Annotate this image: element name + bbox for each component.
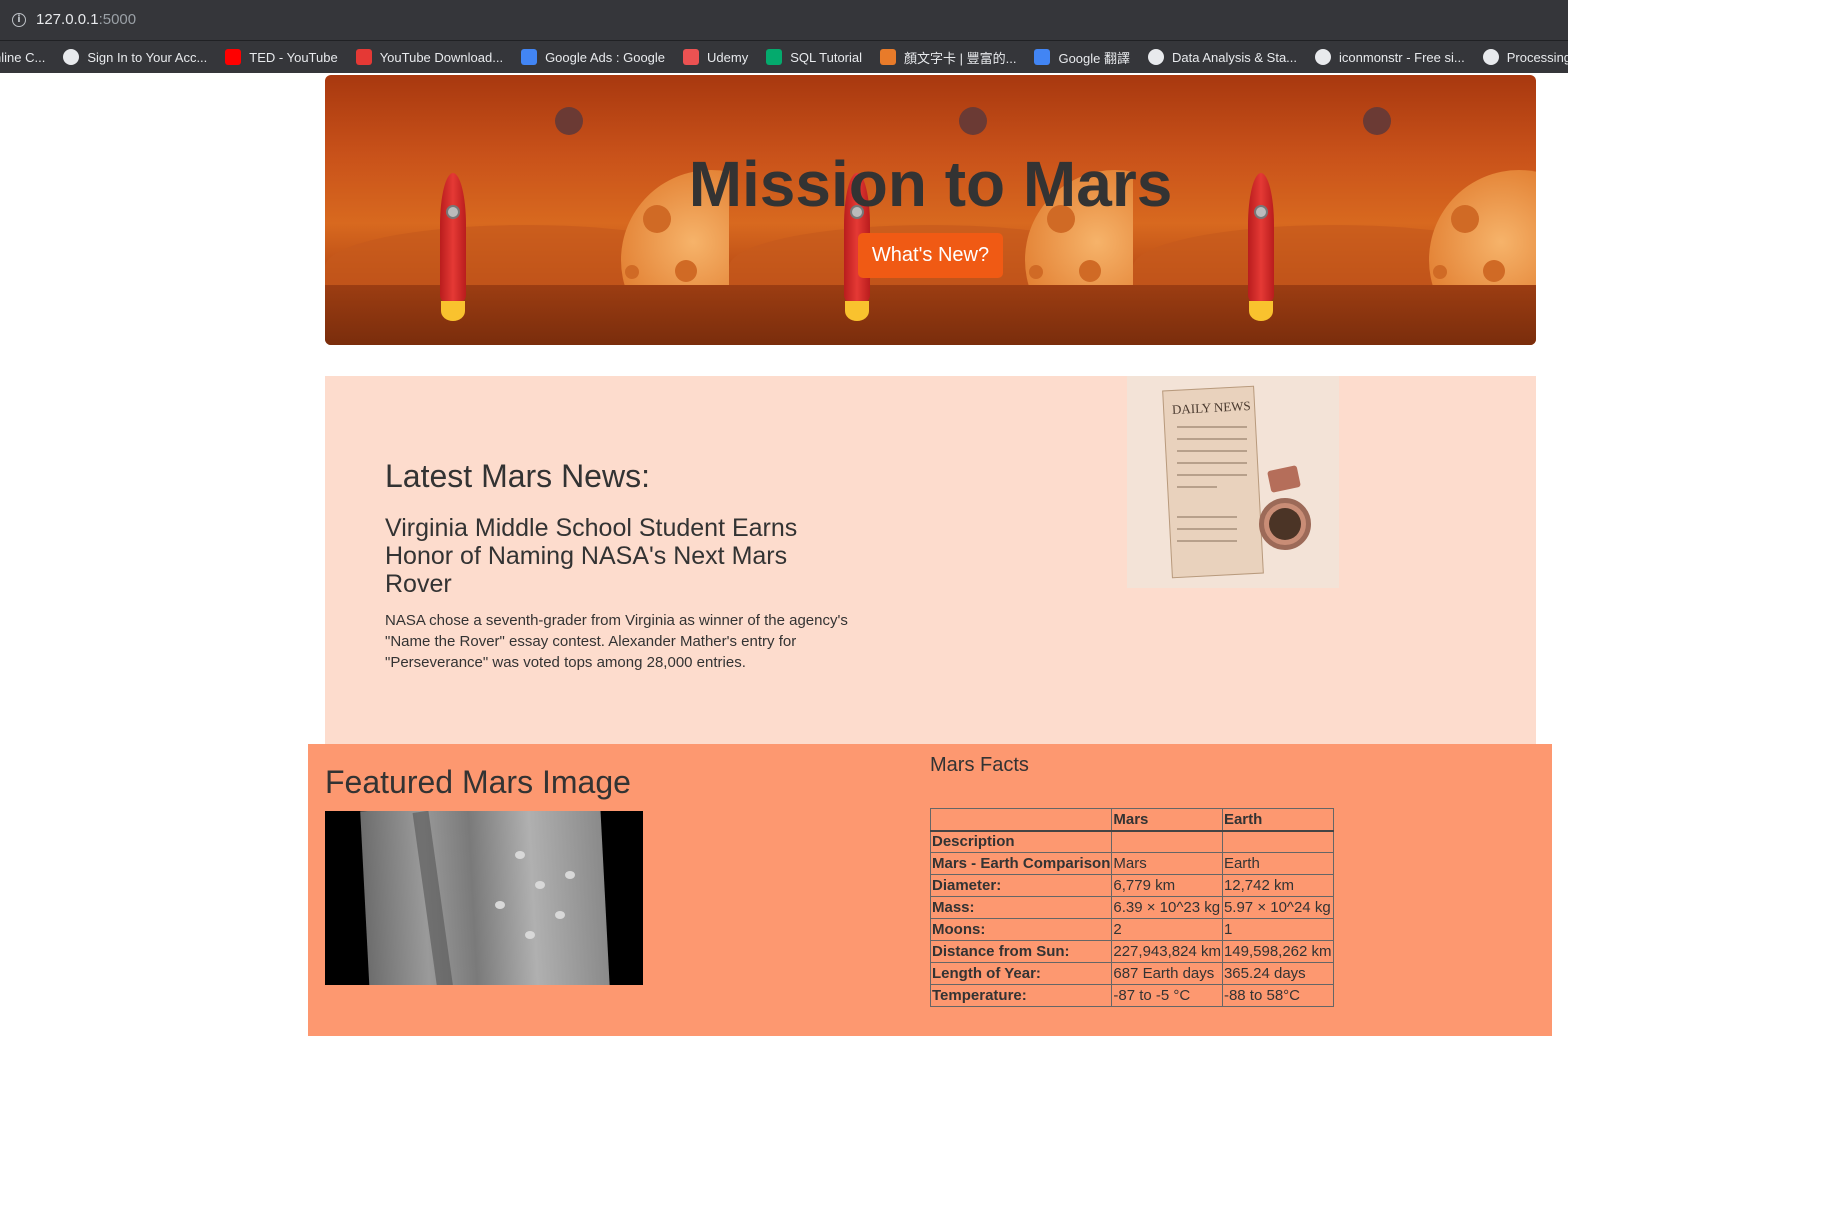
url-port: :5000: [98, 11, 137, 28]
bookmark-item[interactable]: Udemy: [683, 49, 748, 65]
bookmark-item[interactable]: Google 翻譯: [1034, 48, 1130, 67]
page-content: Mission to Mars What's New? Latest Mars …: [0, 74, 1568, 1036]
bookmark-label: Sign In to Your Acc...: [87, 49, 208, 65]
table-header-row: Mars Earth: [929, 808, 1334, 832]
mars-value: 6,779 km: [1111, 874, 1223, 897]
iconmonstr-icon: [1315, 49, 1332, 65]
column-header: Mars: [1111, 808, 1223, 832]
table-row: Distance from Sun: 227,943,824 km 149,598,…: [929, 940, 1334, 963]
mars-value: 227,943,824 km: [1111, 940, 1223, 963]
row-label: Distance from Sun:: [929, 940, 1113, 963]
bookmark-item[interactable]: SQL Tutorial: [766, 49, 862, 65]
bookmark-label: Udemy: [707, 49, 749, 65]
earth-value: 1: [1221, 918, 1334, 941]
translate-icon: [1034, 49, 1051, 65]
moon-illustration: [1363, 107, 1391, 135]
info-icon[interactable]: i: [12, 13, 26, 27]
table-row: Mars - Earth Comparison Mars Earth: [929, 852, 1334, 875]
bookmark-item[interactable]: TED - YouTube: [225, 49, 338, 65]
bookmarks-bar: nline C... Sign In to Your Acc... TED - Yo…: [0, 40, 1568, 73]
youtube-icon: [225, 49, 242, 65]
bookmark-label: Google Ads : Google: [545, 49, 666, 65]
mars-value: 2: [1111, 918, 1223, 941]
mars-value: -87 to -5 °C: [1111, 984, 1223, 1007]
earth-value: 5.97 × 10^24 kg: [1221, 896, 1334, 919]
row-label: Mars - Earth Comparison: [929, 852, 1113, 875]
bookmark-item[interactable]: Sign In to Your Acc...: [63, 49, 207, 65]
card-icon: [880, 49, 897, 65]
edx-icon: [1148, 49, 1164, 65]
bookmark-label: YouTube Download...: [379, 49, 504, 65]
row-label: Temperature:: [929, 984, 1113, 1007]
jumbotron: Mission to Mars What's New?: [325, 75, 1536, 345]
row-label: Description: [929, 830, 1113, 853]
w3schools-icon: [766, 49, 783, 65]
bookmark-label: 顏文字卡 | 豐富的...: [904, 50, 1017, 66]
bookmark-item[interactable]: iconmonstr - Free si...: [1315, 49, 1465, 65]
column-header: [929, 808, 1113, 832]
row-label: Length of Year:: [929, 962, 1113, 985]
bookmark-item[interactable]: Data Analysis & Sta...: [1148, 49, 1297, 65]
news-heading: Latest Mars News:: [385, 458, 650, 494]
table-row: Diameter: 6,779 km 12,742 km: [929, 874, 1334, 897]
google-icon: [521, 49, 538, 65]
earth-value: -88 to 58°C: [1221, 984, 1334, 1007]
mars-value: 687 Earth days: [1111, 962, 1223, 985]
bottom-section: Featured Mars Image Mars Facts Mars Eart…: [308, 744, 1552, 1036]
bookmark-label: Google 翻譯: [1058, 50, 1130, 66]
bookmark-label: TED - YouTube: [249, 49, 338, 65]
row-label: Diameter:: [929, 874, 1113, 897]
address-bar[interactable]: i 127.0.0.1:5000: [0, 0, 1568, 40]
mars-value: 6.39 × 10^23 kg: [1111, 896, 1223, 919]
bookmark-label: SQL Tutorial: [790, 49, 863, 65]
page-title: Mission to Mars: [688, 148, 1173, 220]
featured-heading: Featured Mars Image: [325, 764, 631, 800]
download-icon: [355, 49, 372, 65]
bookmark-item[interactable]: Processing Times: [1482, 49, 1568, 65]
bookmark-item[interactable]: 顏文字卡 | 豐富的...: [880, 48, 1016, 67]
mars-facts-table: Mars Earth Description Mars - Earth Compa…: [929, 808, 1334, 1007]
bookmark-item[interactable]: nline C...: [0, 50, 45, 65]
earth-value: 365.24 days: [1221, 962, 1334, 985]
shield-icon: [1482, 49, 1499, 65]
table-row: Length of Year: 687 Earth days 365.24 days: [929, 962, 1334, 985]
row-label: Moons:: [929, 918, 1113, 941]
featured-mars-image[interactable]: [325, 811, 643, 985]
url-host: 127.0.0.1: [36, 11, 99, 28]
earth-value: 12,742 km: [1221, 874, 1334, 897]
bookmark-item[interactable]: YouTube Download...: [355, 49, 504, 65]
news-headline: Virginia Middle School Student Earns Hon…: [385, 514, 798, 598]
bookmark-item[interactable]: Google Ads : Google: [521, 49, 665, 65]
newspaper-image: DAILY NEWS: [1127, 376, 1339, 588]
table-row: Moons: 2 1: [929, 918, 1334, 941]
globe-icon: [63, 49, 80, 65]
whats-new-button[interactable]: What's New?: [858, 233, 1003, 278]
row-label: Mass:: [929, 896, 1113, 919]
column-header: Earth: [1221, 808, 1334, 832]
mars-value: [1111, 830, 1223, 853]
table-row: Description: [929, 830, 1334, 853]
facts-title: Mars Facts: [930, 754, 1029, 776]
udemy-icon: [683, 49, 700, 65]
bookmark-label: Processing Times: [1506, 49, 1568, 65]
earth-value: Earth: [1221, 852, 1334, 875]
moon-illustration: [555, 107, 583, 135]
news-teaser: NASA chose a seventh-grader from Virgini…: [385, 612, 848, 671]
earth-value: [1221, 830, 1334, 853]
moon-illustration: [959, 107, 987, 135]
bookmark-label: iconmonstr - Free si...: [1339, 49, 1465, 65]
earth-value: 149,598,262 km: [1221, 940, 1334, 963]
bookmark-label: Data Analysis & Sta...: [1172, 49, 1298, 65]
bookmark-label: nline C...: [0, 49, 46, 65]
news-section: Latest Mars News: Virginia Middle School…: [325, 376, 1536, 744]
table-row: Mass: 6.39 × 10^23 kg 5.97 × 10^24 kg: [929, 896, 1334, 919]
url-text[interactable]: 127.0.0.1:5000: [36, 11, 136, 28]
mars-value: Mars: [1111, 852, 1223, 875]
table-row: Temperature: -87 to -5 °C -88 to 58°C: [929, 984, 1334, 1007]
